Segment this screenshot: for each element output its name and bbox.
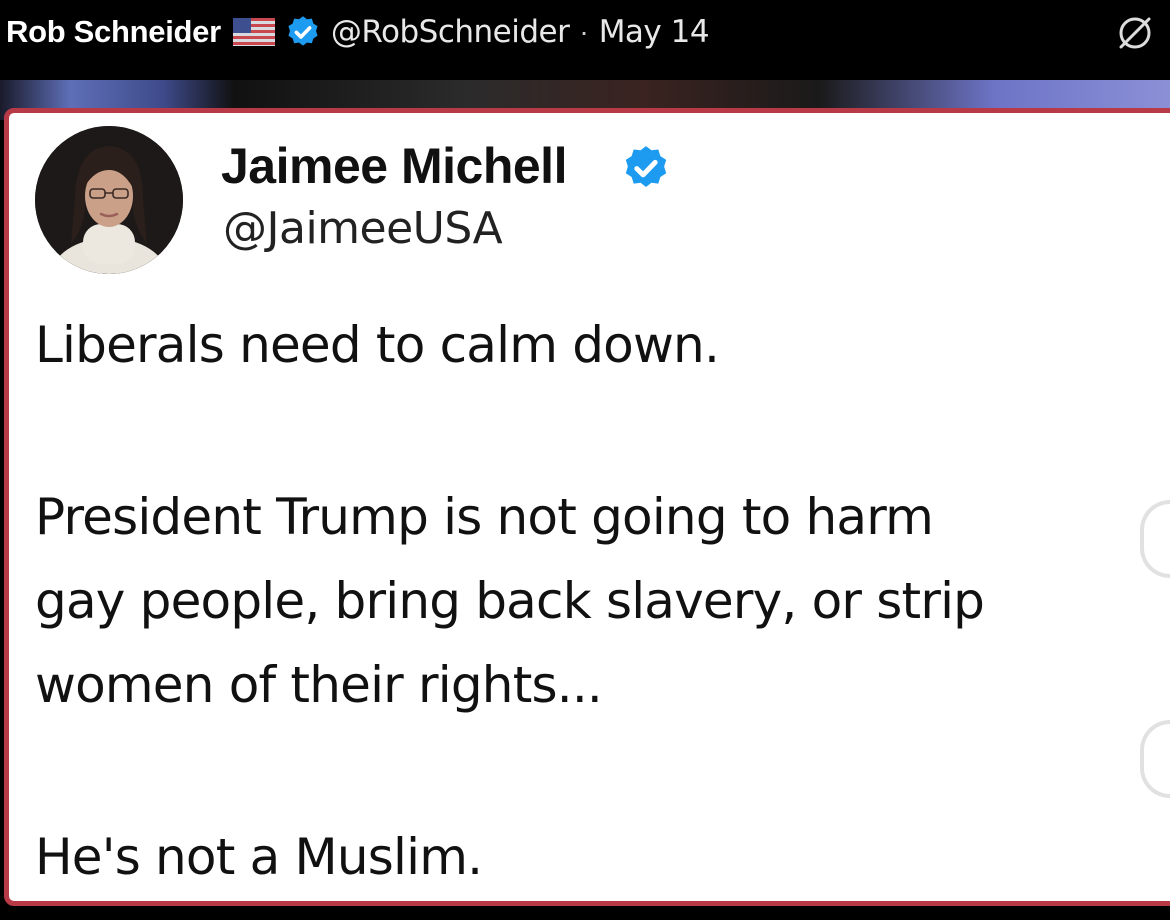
verified-badge-icon: [285, 14, 321, 50]
separator-dot: ·: [579, 16, 589, 47]
poster-handle[interactable]: @RobSchneider: [331, 14, 570, 50]
us-flag-icon: [232, 18, 275, 46]
tweet-paragraph: He's not a Muslim.: [35, 828, 483, 886]
author-avatar[interactable]: [35, 126, 183, 274]
author-handle[interactable]: @JaimeeUSA: [223, 203, 503, 254]
muted-icon[interactable]: [1114, 12, 1156, 54]
tweet-paragraph: President Trump is not going to harm gay…: [35, 488, 985, 714]
author-display-name[interactable]: Jaimee Michell: [221, 137, 567, 195]
verified-badge-icon: [621, 143, 671, 193]
post-header: Rob Schneider @RobSchneider · May 14: [0, 0, 1170, 64]
poster-display-name[interactable]: Rob Schneider: [6, 14, 221, 50]
quoted-tweet-card[interactable]: Jaimee Michell @JaimeeUSA Liberals need …: [4, 108, 1170, 906]
tweet-paragraph: Liberals need to calm down.: [35, 316, 720, 374]
post-date[interactable]: May 14: [599, 14, 710, 50]
